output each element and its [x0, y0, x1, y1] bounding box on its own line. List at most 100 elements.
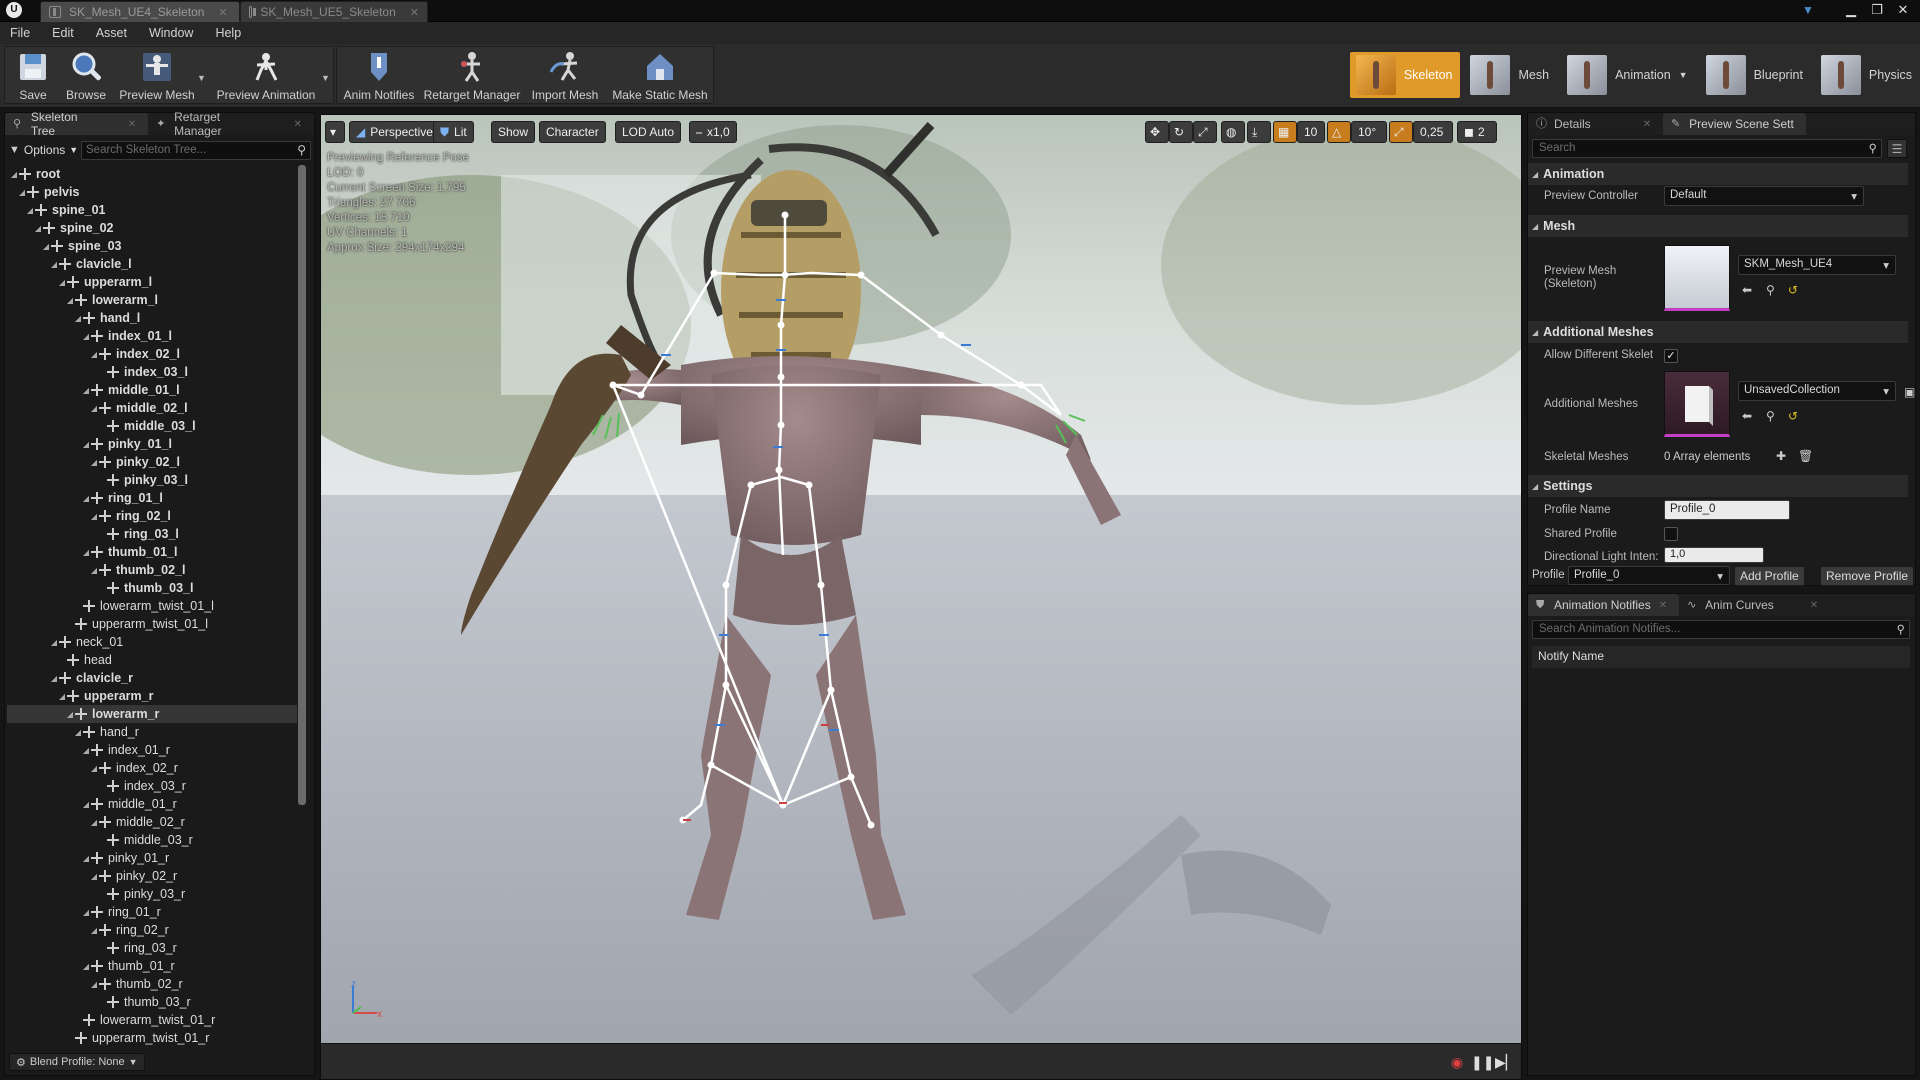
expand-arrow-icon[interactable]: ◢	[89, 404, 99, 413]
pause-icon[interactable]: ❚❚	[1471, 1052, 1494, 1072]
playback-speed-button[interactable]: ⎯ x1,0	[689, 121, 737, 143]
mode-blueprint[interactable]: Blueprint	[1700, 52, 1811, 98]
close-tab-icon[interactable]: ✕	[1810, 600, 1818, 611]
bone-row[interactable]: ◢ spine_03	[7, 237, 297, 255]
bone-row[interactable]: ◢ spine_02	[7, 219, 297, 237]
bone-row[interactable]: index_03_r	[7, 777, 297, 795]
camera-speed-button[interactable]: ◼ 2	[1457, 121, 1497, 143]
use-selected-arrow-icon[interactable]: ⬅	[1742, 409, 1752, 423]
view-options-icon[interactable]: ☰	[1887, 139, 1907, 158]
expand-arrow-icon[interactable]: ◢	[81, 746, 91, 755]
menu-help[interactable]: Help	[215, 26, 241, 40]
browse-button[interactable]: Browse	[61, 47, 111, 105]
bone-row[interactable]: ring_03_l	[7, 525, 297, 543]
reset-icon[interactable]: ↺	[1788, 283, 1798, 297]
expand-arrow-icon[interactable]: ◢	[73, 728, 83, 737]
bone-row[interactable]: ◢ thumb_01_r	[7, 957, 297, 975]
bone-row[interactable]: ◢ hand_l	[7, 309, 297, 327]
close-tab-icon[interactable]: ✕	[218, 6, 227, 19]
tab-animation-notifies[interactable]: ⛊ Animation Notifies ✕	[1528, 594, 1680, 616]
tab-preview-scene-settings[interactable]: ✎ Preview Scene Sett	[1663, 113, 1806, 135]
expand-arrow-icon[interactable]: ◢	[89, 458, 99, 467]
chevron-down-icon[interactable]: ▼	[321, 73, 330, 83]
bone-row[interactable]: ◢ hand_r	[7, 723, 297, 741]
bone-row[interactable]: middle_03_r	[7, 831, 297, 849]
bone-row[interactable]: ◢ lowerarm_l	[7, 291, 297, 309]
expand-arrow-icon[interactable]: ◢	[49, 260, 59, 269]
options-dropdown[interactable]: ▼ Options ▼	[9, 143, 78, 157]
perspective-button[interactable]: ◢ Perspective	[349, 121, 440, 143]
source-control-icon[interactable]: ▼	[1802, 3, 1818, 17]
expand-arrow-icon[interactable]: ◢	[25, 206, 35, 215]
mode-animation[interactable]: Animation ▼	[1561, 52, 1696, 98]
bone-row[interactable]: ring_03_r	[7, 939, 297, 957]
expand-arrow-icon[interactable]: ◢	[89, 980, 99, 989]
bone-row[interactable]: ◢ pinky_01_l	[7, 435, 297, 453]
expand-arrow-icon[interactable]: ◢	[81, 332, 91, 341]
bone-row[interactable]: upperarm_twist_01_l	[7, 615, 297, 633]
tab-skeleton-tree[interactable]: ⚲ Skeleton Tree ✕	[5, 110, 149, 138]
reset-icon[interactable]: ↺	[1788, 409, 1798, 423]
directional-light-intensity-input[interactable]: 1,0	[1664, 547, 1764, 563]
document-tab-ue4-skeleton[interactable]: SK_Mesh_UE4_Skeleton ✕	[40, 1, 240, 22]
close-window-icon[interactable]: ✕	[1892, 1, 1914, 19]
bone-row[interactable]: middle_03_l	[7, 417, 297, 435]
expand-arrow-icon[interactable]: ◢	[49, 638, 59, 647]
menu-asset[interactable]: Asset	[96, 26, 127, 40]
anim-notifies-button[interactable]: Anim Notifies	[341, 47, 417, 105]
expand-arrow-icon[interactable]: ◢	[57, 278, 67, 287]
close-tab-icon[interactable]: ✕	[410, 6, 419, 19]
expand-arrow-icon[interactable]: ◢	[89, 566, 99, 575]
category-additional-meshes[interactable]: ◢ Additional Meshes	[1528, 321, 1908, 343]
expand-arrow-icon[interactable]: ◢	[89, 926, 99, 935]
tab-anim-curves[interactable]: ∿ Anim Curves ✕	[1679, 594, 1830, 616]
bone-row[interactable]: ◢ ring_01_r	[7, 903, 297, 921]
translate-tool-button[interactable]: ✥	[1145, 121, 1169, 143]
bone-row[interactable]: thumb_03_l	[7, 579, 297, 597]
tab-retarget-manager[interactable]: ✦ Retarget Manager ✕	[148, 110, 314, 138]
bone-row[interactable]: ◢ lowerarm_r	[7, 705, 297, 723]
expand-arrow-icon[interactable]: ◢	[17, 188, 27, 197]
menu-file[interactable]: File	[10, 26, 30, 40]
notifies-search-input[interactable]: Search Animation Notifies... ⚲	[1532, 620, 1910, 639]
category-mesh[interactable]: ◢ Mesh	[1528, 215, 1908, 237]
bone-row[interactable]: ◢ spine_01	[7, 201, 297, 219]
bone-row[interactable]: ◢ thumb_01_l	[7, 543, 297, 561]
expand-arrow-icon[interactable]: ◢	[73, 314, 83, 323]
surface-snap-button[interactable]: ⤓	[1247, 121, 1271, 143]
close-tab-icon[interactable]: ✕	[128, 119, 136, 130]
menu-window[interactable]: Window	[149, 26, 193, 40]
record-icon[interactable]: ◉	[1447, 1052, 1467, 1072]
menu-edit[interactable]: Edit	[52, 26, 74, 40]
bone-row[interactable]: ◢ middle_02_l	[7, 399, 297, 417]
show-button[interactable]: Show	[491, 121, 536, 143]
blend-profile-dropdown[interactable]: ⚙ Blend Profile: None ▼	[9, 1053, 145, 1071]
rotate-tool-button[interactable]: ↻	[1169, 121, 1193, 143]
expand-arrow-icon[interactable]: ◢	[9, 170, 19, 179]
expand-arrow-icon[interactable]: ◢	[33, 224, 43, 233]
bone-row[interactable]: ◢ thumb_02_l	[7, 561, 297, 579]
bone-row[interactable]: ◢ upperarm_l	[7, 273, 297, 291]
tab-details[interactable]: ⓘ Details ✕	[1528, 113, 1663, 135]
rotation-snap-toggle[interactable]: △	[1327, 121, 1351, 143]
bone-row[interactable]: ◢ thumb_02_r	[7, 975, 297, 993]
bone-row[interactable]: ◢ middle_01_l	[7, 381, 297, 399]
tree-scrollbar[interactable]	[298, 165, 306, 805]
save-button[interactable]: Save	[9, 47, 57, 105]
chevron-down-icon[interactable]: ▼	[197, 73, 206, 83]
expand-arrow-icon[interactable]: ◢	[81, 962, 91, 971]
bone-row[interactable]: ◢ pinky_02_r	[7, 867, 297, 885]
bone-row[interactable]: ◢ root	[7, 165, 297, 183]
profile-dropdown[interactable]: Profile_0	[1568, 566, 1730, 585]
expand-arrow-icon[interactable]: ◢	[65, 710, 75, 719]
additional-meshes-thumbnail[interactable]	[1664, 371, 1730, 437]
bone-row[interactable]: head	[7, 651, 297, 669]
bone-row[interactable]: lowerarm_twist_01_l	[7, 597, 297, 615]
preview-controller-dropdown[interactable]: Default	[1664, 186, 1864, 206]
bone-row[interactable]: thumb_03_r	[7, 993, 297, 1011]
restore-icon[interactable]: ❐	[1866, 1, 1888, 19]
character-button[interactable]: Character	[539, 121, 606, 143]
expand-arrow-icon[interactable]: ◢	[65, 296, 75, 305]
save-collection-icon[interactable]: ▣	[1904, 385, 1915, 399]
rotation-snap-value[interactable]: 10°	[1351, 121, 1387, 143]
